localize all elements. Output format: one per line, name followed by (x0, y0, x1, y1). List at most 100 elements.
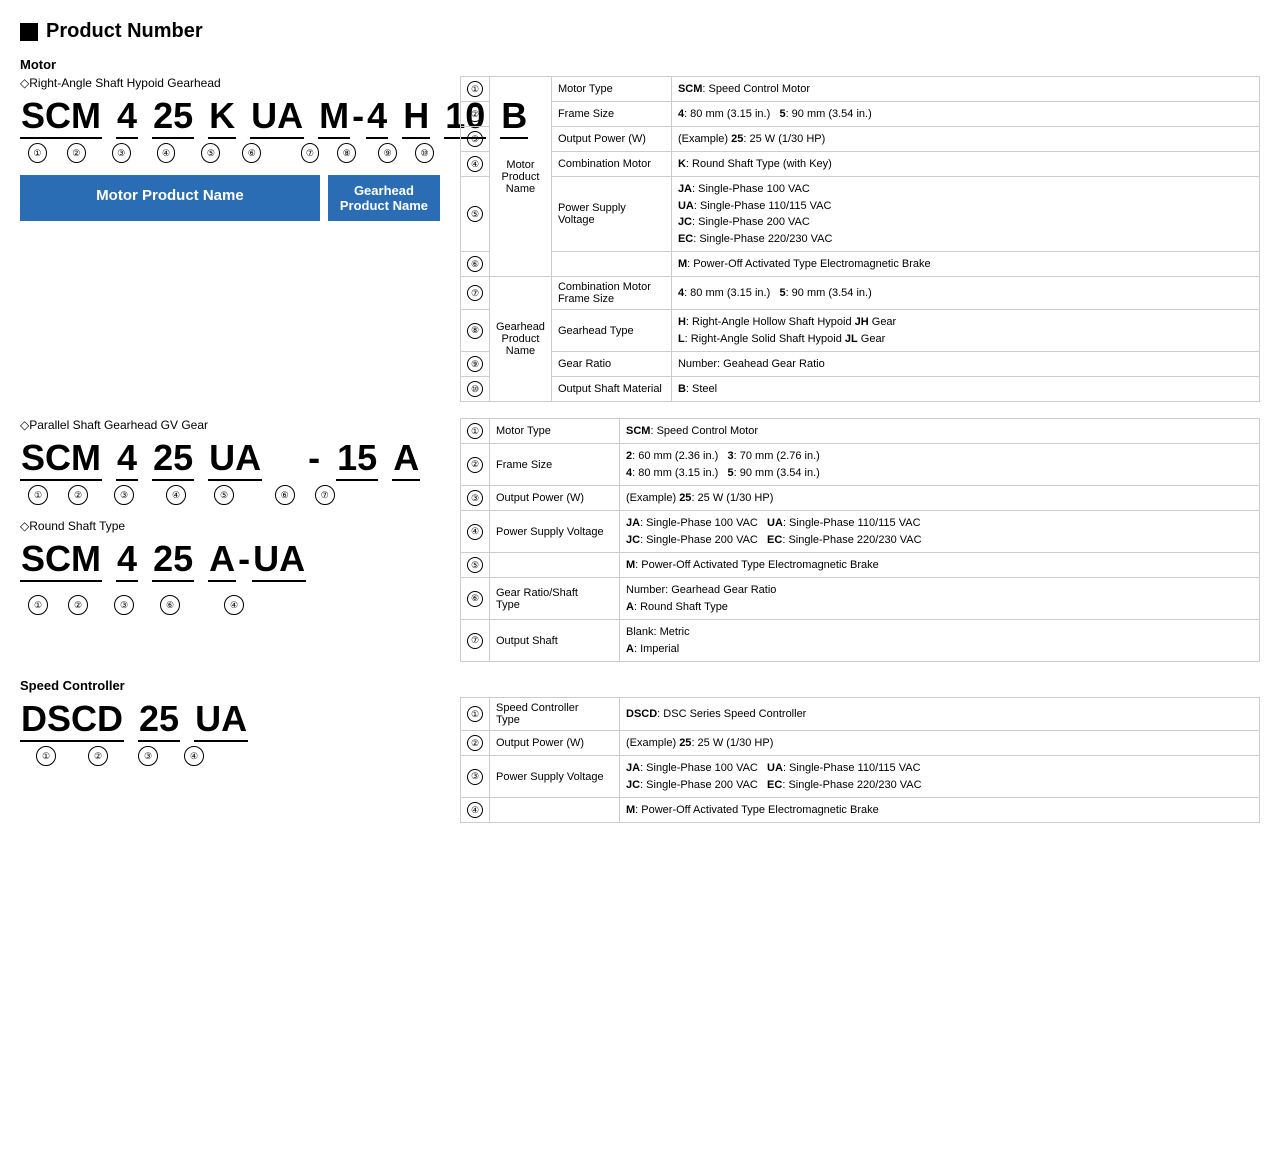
scn-4: ④ (184, 746, 204, 766)
value-cell: M: Power-Off Activated Type Electromagne… (671, 252, 1259, 277)
field-cell: Output Shaft (490, 620, 620, 662)
code-dash1: - (350, 94, 366, 139)
num-5: ⑤ (201, 143, 220, 163)
main-title: Product Number (20, 20, 1260, 43)
table-row: ⑥ Gear Ratio/ShaftType Number: Gearhead … (461, 578, 1260, 620)
rn-2: ② (68, 595, 88, 615)
field-cell: Motor Type (551, 77, 671, 102)
table-row: ② Output Power (W) (Example) 25: 25 W (1… (461, 731, 1260, 756)
right-angle-table-container: ① MotorProductName Motor Type SCM: Speed… (460, 76, 1260, 402)
table-row: ③ Output Power (W) (Example) 25: 25 W (1… (461, 486, 1260, 511)
value-cell: 2: 60 mm (2.36 in.) 3: 70 mm (2.76 in.)4… (620, 444, 1260, 486)
table-row: ⑤ M: Power-Off Activated Type Electromag… (461, 553, 1260, 578)
rn-1: ① (28, 595, 48, 615)
title-text: Product Number (46, 20, 203, 43)
circle-cell: ③ (461, 756, 490, 798)
code-space1 (102, 94, 116, 139)
table-row: ⑥ M: Power-Off Activated Type Electromag… (461, 252, 1260, 277)
speed-controller-numbers: ① ② ③ ④ (20, 746, 440, 766)
table-row: ⑨ Gear Ratio Number: Geahead Gear Ratio (461, 352, 1260, 377)
code-4: 4 (116, 94, 138, 139)
num-9: ⑨ (378, 143, 397, 163)
pn-1: ① (28, 485, 48, 505)
field-cell: Combination Motor (551, 152, 671, 177)
parallel-left: ◇Parallel Shaft Gearhead GV Gear SCM 4 2… (20, 418, 440, 662)
speed-controller-spec-table: ① Speed ControllerType DSCD: DSC Series … (460, 697, 1260, 823)
value-cell: Blank: MetricA: Imperial (620, 620, 1260, 662)
motor-section-label: Motor (20, 57, 1260, 72)
num-10: ⑩ (415, 143, 434, 163)
num-spacer (279, 146, 282, 160)
num-7: ⑦ (301, 143, 320, 163)
value-cell: M: Power-Off Activated Type Electromagne… (620, 798, 1260, 823)
pn-7: ⑦ (315, 485, 335, 505)
num-1: ① (28, 143, 47, 163)
right-angle-left: ◇Right-Angle Shaft Hypoid Gearhead SCM 4… (20, 76, 440, 402)
category-cell: MotorProductName (490, 77, 552, 277)
code-space2 (138, 94, 152, 139)
pn-2: ② (68, 485, 88, 505)
rn-6: ⑥ (160, 595, 180, 615)
code-4b: 4 (366, 94, 388, 139)
round-shaft-diamond-label: ◇Round Shaft Type (20, 519, 440, 533)
speed-controller-table-container: ① Speed ControllerType DSCD: DSC Series … (460, 697, 1260, 823)
pn-6: ⑥ (275, 485, 295, 505)
field-cell (551, 252, 671, 277)
circle-cell: ② (461, 444, 490, 486)
value-cell: 4: 80 mm (3.15 in.) 5: 90 mm (3.54 in.) (671, 102, 1259, 127)
p-code-dash: - (306, 436, 322, 481)
scn-1: ① (36, 746, 56, 766)
field-cell: Motor Type (490, 419, 620, 444)
circle-cell: ④ (461, 511, 490, 553)
pn-3: ③ (114, 485, 134, 505)
speed-controller-section: DSCD 25 UA ① ② ③ ④ ① Speed ControllerTyp… (20, 697, 1260, 823)
r-code-25: 25 (152, 537, 194, 582)
motor-product-name-box: Motor Product Name (20, 175, 320, 221)
name-boxes: Motor Product Name GearheadProduct Name (20, 175, 440, 221)
parallel-numbers: ① ② ③ ④ ⑤ ⑥ ⑦ (20, 485, 440, 505)
value-cell: JA: Single-Phase 100 VACUA: Single-Phase… (671, 177, 1259, 252)
circle-cell: ⑥ (461, 252, 490, 277)
circle-cell: ① (461, 698, 490, 731)
table-row: ① Speed ControllerType DSCD: DSC Series … (461, 698, 1260, 731)
code-k: K (208, 94, 236, 139)
right-angle-spec-table: ① MotorProductName Motor Type SCM: Speed… (460, 76, 1260, 402)
code-h: H (402, 94, 430, 139)
table-row: ⑧ Gearhead Type H: Right-Angle Hollow Sh… (461, 310, 1260, 352)
round-shaft-section: ◇Round Shaft Type SCM 4 25 A - UA ① ② ③ … (20, 519, 440, 624)
field-cell: Output Shaft Material (551, 377, 671, 402)
code-space7 (430, 94, 444, 139)
num-3: ③ (112, 143, 131, 163)
field-cell: Output Power (W) (490, 731, 620, 756)
value-cell: SCM: Speed Control Motor (620, 419, 1260, 444)
right-angle-code: SCM 4 25 K UA M - 4 H 10 B (20, 94, 440, 139)
table-row: ② Frame Size 2: 60 mm (2.36 in.) 3: 70 m… (461, 444, 1260, 486)
sc-code-25: 25 (138, 697, 180, 742)
p-code-ua: UA (208, 436, 262, 481)
value-cell: B: Steel (671, 377, 1259, 402)
value-cell: K: Round Shaft Type (with Key) (671, 152, 1259, 177)
circle-cell: ① (461, 77, 490, 102)
field-cell: Speed ControllerType (490, 698, 620, 731)
sc-code-ua: UA (194, 697, 248, 742)
speed-controller-code: DSCD 25 UA (20, 697, 440, 742)
r-code-ua: UA (252, 537, 306, 582)
sc-code-dscd: DSCD (20, 697, 124, 742)
code-space3 (194, 94, 208, 139)
field-cell: Power Supply Voltage (551, 177, 671, 252)
circle-cell: ④ (461, 798, 490, 823)
speed-controller-left: DSCD 25 UA ① ② ③ ④ (20, 697, 440, 823)
table-row: ⑦ Output Shaft Blank: MetricA: Imperial (461, 620, 1260, 662)
right-angle-section: ◇Right-Angle Shaft Hypoid Gearhead SCM 4… (20, 76, 1260, 402)
circle-cell: ④ (461, 152, 490, 177)
parallel-code: SCM 4 25 UA - 15 A (20, 436, 440, 481)
right-angle-numbers: ① ② ③ ④ ⑤ ⑥ ⑦ ⑧ ⑨ ⑩ (20, 143, 440, 163)
p-code-15: 15 (336, 436, 378, 481)
r-code-dash: - (236, 537, 252, 582)
num-4: ④ (157, 143, 176, 163)
code-space5 (304, 94, 318, 139)
num-2: ② (67, 143, 86, 163)
pn-5: ⑤ (214, 485, 234, 505)
table-row: ④ M: Power-Off Activated Type Electromag… (461, 798, 1260, 823)
table-row: ④ Power Supply Voltage JA: Single-Phase … (461, 511, 1260, 553)
